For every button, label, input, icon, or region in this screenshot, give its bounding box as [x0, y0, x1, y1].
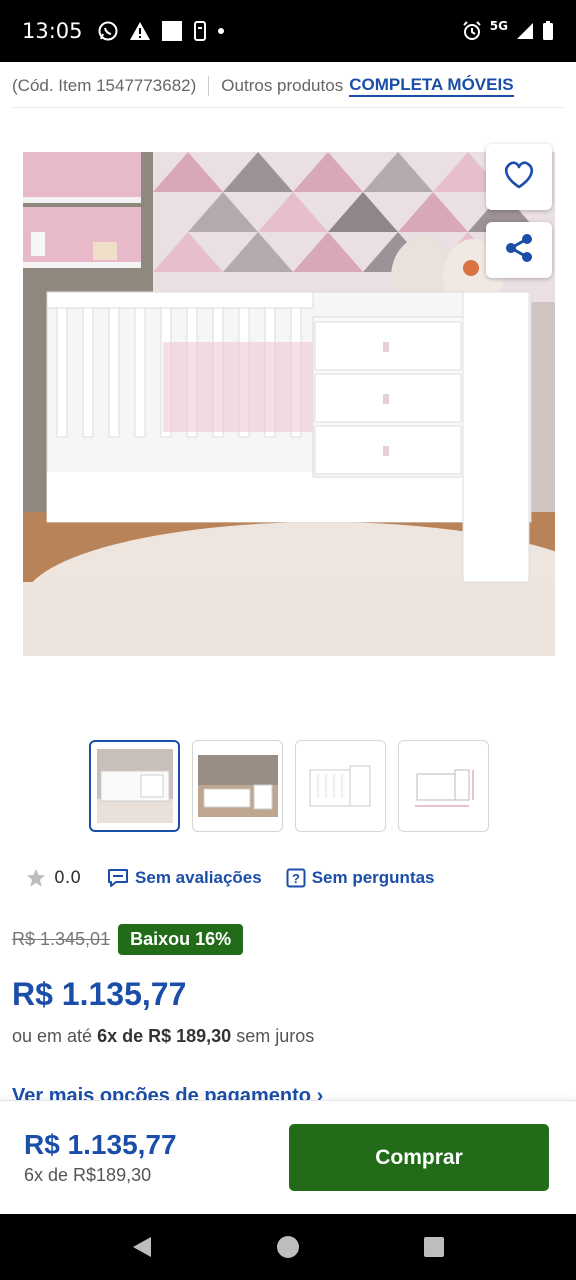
back-icon[interactable]	[131, 1236, 153, 1258]
chat-icon	[107, 868, 129, 888]
system-nav-bar	[0, 1214, 576, 1280]
thumbnail-strip	[89, 740, 489, 832]
thumbnail-1[interactable]	[89, 740, 180, 832]
reviews-label: Sem avaliações	[135, 868, 262, 887]
share-icon	[504, 233, 534, 268]
item-code: (Cód. Item 1547773682)	[12, 75, 210, 96]
old-price: R$ 1.345,01	[12, 929, 111, 949]
question-icon: ?	[286, 868, 306, 888]
installments-prefix: ou em até	[12, 1026, 93, 1046]
favorite-button[interactable]	[486, 144, 552, 210]
reviews-link[interactable]: Sem avaliações	[107, 868, 262, 888]
buy-bar: R$ 1.135,77 6x de R$189,30 Comprar	[0, 1100, 576, 1214]
item-info-line: (Cód. Item 1547773682) Outros produtos C…	[12, 64, 564, 108]
thumbnail-3[interactable]	[295, 740, 386, 832]
installments-value: 6x de R$ 189,30	[97, 1026, 232, 1046]
status-bar: 13:05 5G	[0, 0, 576, 62]
share-button[interactable]	[486, 222, 552, 278]
square-icon	[161, 20, 183, 42]
rating-row: 0.0 Sem avaliações ? Sem perguntas	[12, 856, 459, 900]
questions-link[interactable]: ? Sem perguntas	[286, 868, 435, 888]
home-icon[interactable]	[276, 1235, 300, 1259]
star-icon	[26, 868, 46, 888]
battery-icon	[542, 21, 554, 41]
price: R$ 1.135,77	[12, 976, 187, 1012]
recents-icon[interactable]	[423, 1236, 445, 1258]
phone-icon	[193, 21, 207, 41]
bar-price: R$ 1.135,77	[24, 1129, 177, 1160]
old-price-row: R$ 1.345,01 Baixou 16%	[12, 924, 244, 955]
bar-installments: 6x de R$189,30	[24, 1165, 152, 1185]
status-time: 13:05	[22, 19, 83, 43]
network-type: 5G	[489, 19, 508, 33]
warning-icon	[129, 21, 151, 41]
product-image[interactable]	[23, 152, 555, 656]
questions-label: Sem perguntas	[311, 868, 435, 887]
other-products-label: Outros produtos	[221, 75, 344, 95]
whatsapp-icon	[97, 20, 119, 42]
chevron-right-icon: ›	[316, 1085, 324, 1100]
installments-info: ou em até 6x de R$ 189,30 sem juros	[12, 1026, 314, 1047]
thumbnail-2[interactable]	[192, 740, 283, 832]
discount-badge: Baixou 16%	[118, 924, 244, 955]
heart-icon	[502, 160, 536, 195]
brand-link[interactable]: COMPLETA MÓVEIS	[349, 75, 514, 97]
more-payments-label: Ver mais opções de pagamento	[12, 1085, 311, 1100]
alarm-icon	[462, 21, 482, 41]
dot-icon	[217, 27, 225, 35]
more-payment-options-link[interactable]: Ver mais opções de pagamento ›	[12, 1082, 323, 1100]
rating-value: 0.0	[54, 868, 82, 888]
buy-button[interactable]: Comprar	[289, 1124, 549, 1191]
svg-text:?: ?	[292, 871, 300, 886]
thumbnail-4[interactable]	[398, 740, 489, 832]
installments-suffix: sem juros	[236, 1026, 315, 1046]
signal-icon	[516, 22, 534, 40]
